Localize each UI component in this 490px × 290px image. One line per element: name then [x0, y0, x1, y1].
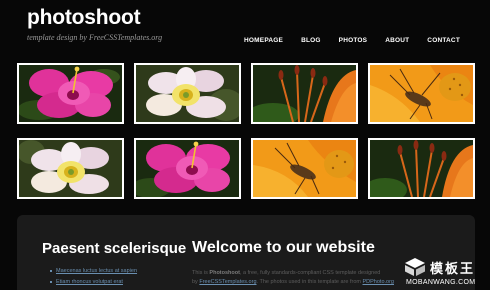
watermark: 模板王 MOBANWANG.COM	[404, 257, 486, 287]
watermark-text-en: MOBANWANG.COM	[406, 279, 476, 286]
pdphoto-link[interactable]: PDPhoto.org	[363, 279, 395, 285]
photo-thumb[interactable]	[368, 138, 475, 199]
text-fragment: This is	[192, 270, 210, 276]
orange-lily-stamens-image	[253, 65, 356, 122]
site-logo[interactable]: photoshoot	[27, 6, 141, 30]
site-header: photoshoot template design by FreeCSSTem…	[0, 0, 490, 58]
nav-contact[interactable]: CONTACT	[427, 37, 460, 44]
photo-thumb[interactable]	[251, 63, 358, 124]
orange-lily-stamens-image	[370, 140, 473, 197]
photo-gallery	[17, 63, 475, 201]
nav-photos[interactable]: PHOTOS	[339, 37, 368, 44]
photo-thumb[interactable]	[368, 63, 475, 124]
nav-about[interactable]: ABOUT	[385, 37, 409, 44]
site-tagline: template design by FreeCSSTemplates.org	[27, 33, 163, 42]
main-paragraph: This is Photoshoot, a free, fully standa…	[192, 269, 402, 287]
cube-logo-icon	[405, 258, 425, 276]
list-item: Etiam rhoncus volutpat erat	[50, 279, 137, 285]
text-fragment: . The photos used in this template are f…	[256, 279, 363, 285]
main-title: Welcome to our website	[192, 239, 375, 256]
photo-thumb[interactable]	[251, 138, 358, 199]
orange-lily-insect-image	[370, 65, 473, 122]
list-item: Maecenas luctus lectus at sapien	[50, 268, 137, 274]
sidebar-link-list: Maecenas luctus lectus at sapien Etiam r…	[50, 268, 137, 290]
orange-lily-insect-image	[253, 140, 356, 197]
photo-thumb[interactable]	[134, 138, 241, 199]
photo-thumb[interactable]	[134, 63, 241, 124]
pink-hibiscus-image	[136, 140, 239, 197]
watermark-text-cn: 模板王	[430, 261, 476, 276]
sidebar-title: Paesent scelerisque	[42, 240, 187, 257]
photo-thumb[interactable]	[17, 63, 124, 124]
sidebar-link[interactable]: Maecenas luctus lectus at sapien	[56, 268, 137, 274]
main-nav: HOMEPAGE BLOG PHOTOS ABOUT CONTACT	[226, 37, 460, 44]
white-flower-image	[19, 140, 122, 197]
nav-homepage[interactable]: HOMEPAGE	[244, 37, 283, 44]
text-fragment: , a free, fully standards-compliant CSS …	[239, 270, 381, 276]
pink-hibiscus-image	[19, 65, 122, 122]
freecsstemplates-link[interactable]: FreeCSSTemplates.org	[199, 279, 256, 285]
photo-thumb[interactable]	[17, 138, 124, 199]
white-flower-image	[136, 65, 239, 122]
nav-blog[interactable]: BLOG	[301, 37, 321, 44]
site-name-text: Photoshoot	[209, 270, 240, 276]
sidebar-link[interactable]: Etiam rhoncus volutpat erat	[56, 279, 123, 285]
